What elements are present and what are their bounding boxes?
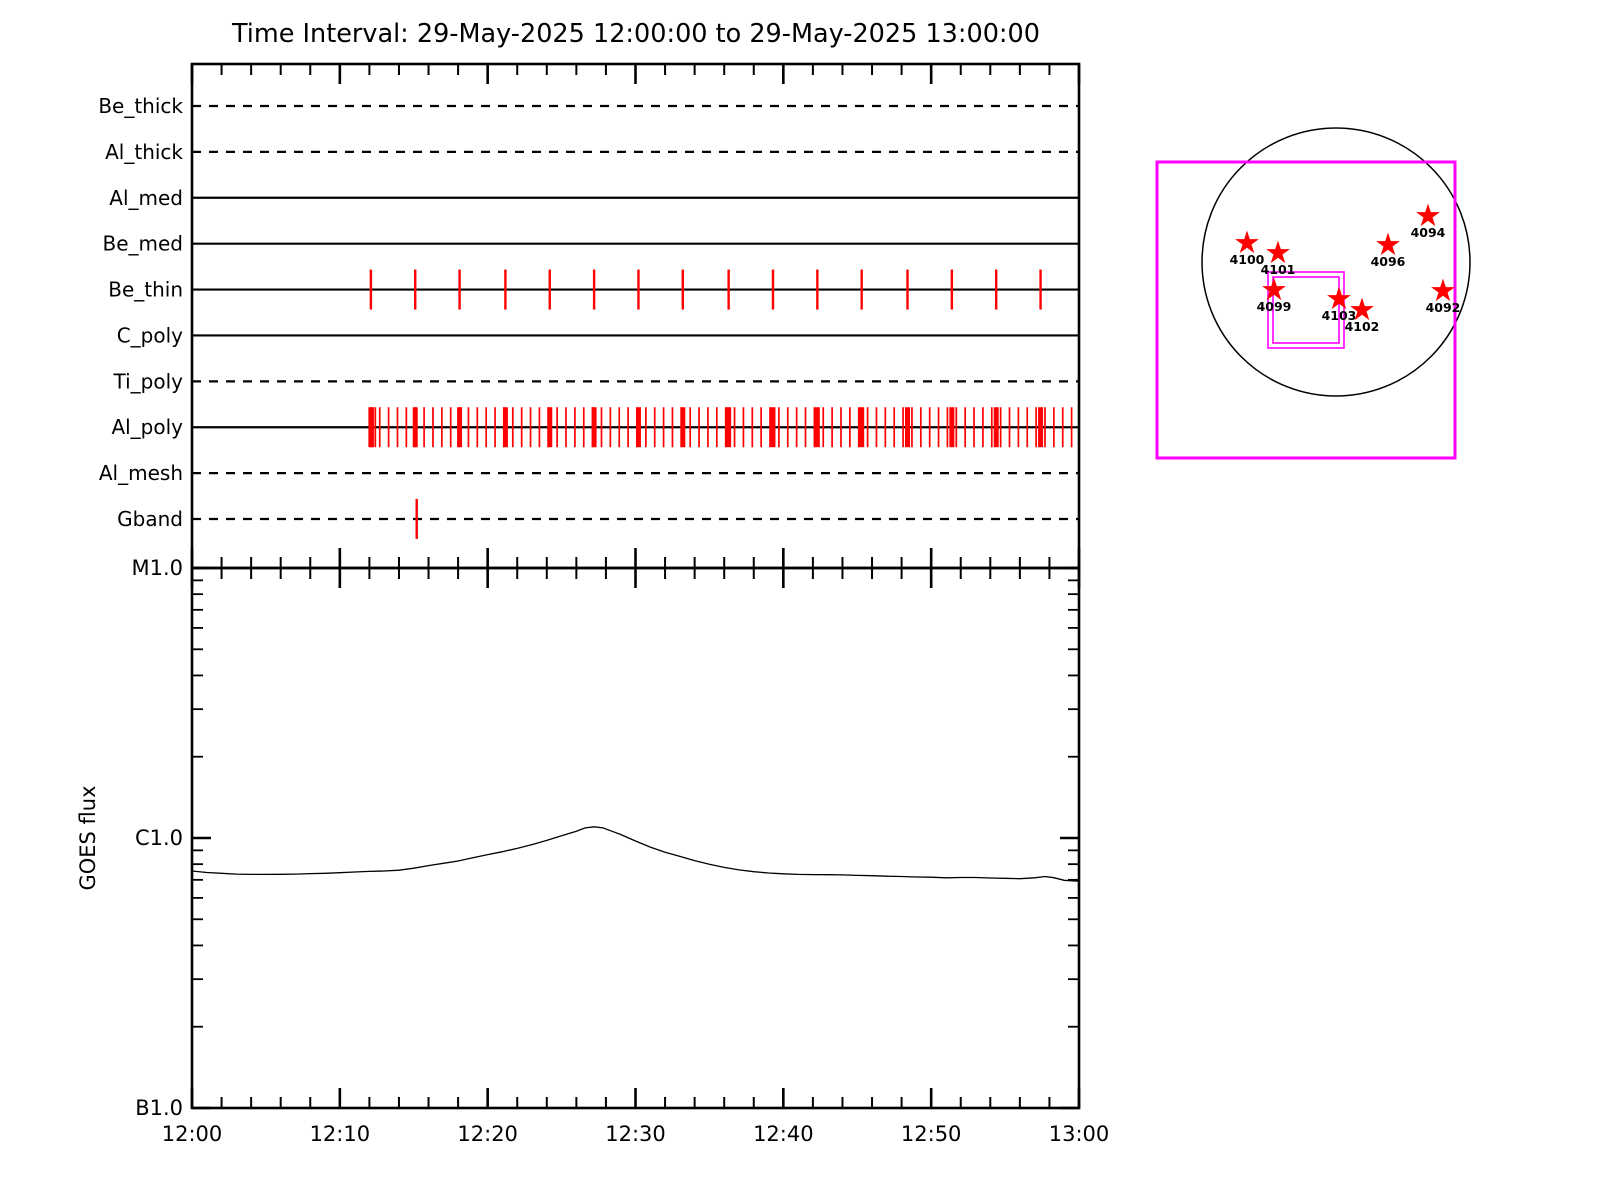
filter-label-Al_thick: Al_thick: [105, 140, 183, 164]
filter-row-C_poly: C_poly: [117, 323, 1079, 347]
filter-label-Al_poly: Al_poly: [111, 415, 183, 439]
filter-label-Be_thin: Be_thin: [108, 278, 183, 302]
timeline-goes-figure: Time Interval: 29-May-2025 12:00:00 to 2…: [0, 0, 1600, 1200]
goes-xlabel-12:40: 12:40: [753, 1122, 814, 1146]
active-region-label-4102: 4102: [1345, 319, 1380, 334]
goes-ylabel-B1.0: B1.0: [135, 1096, 183, 1120]
filter-row-Be_med: Be_med: [102, 232, 1079, 256]
plot-canvas: Time Interval: 29-May-2025 12:00:00 to 2…: [0, 0, 1600, 1200]
active-region-4100: 4100: [1230, 231, 1265, 268]
active-region-4096: 4096: [1371, 233, 1406, 270]
active-region-label-4100: 4100: [1230, 252, 1265, 267]
goes-xlabel-12:50: 12:50: [901, 1122, 962, 1146]
goes-flux-panel: M1.0 C1.0 B1.012:00 12:10 12:20 12:30 12:40 12:…: [131, 556, 1109, 1146]
goes-ylabel-C1.0: C1.0: [135, 826, 183, 850]
active-region-star-icon: [1235, 231, 1259, 254]
active-region-star-icon: [1416, 204, 1440, 227]
filter-row-Al_med: Al_med: [109, 186, 1079, 210]
goes-flux-curve: [192, 827, 1079, 881]
filter-row-Ti_poly: Ti_poly: [113, 369, 1079, 393]
filter-label-Be_med: Be_med: [102, 232, 183, 256]
filter-label-C_poly: C_poly: [117, 323, 183, 347]
filter-timeline-panel: Be_thick Al_thick Al_med Be_med Be_thin C_pol…: [98, 64, 1079, 568]
goes-ylabel-M1.0: M1.0: [131, 556, 183, 580]
active-region-label-4099: 4099: [1257, 299, 1292, 314]
active-region-4101: 4101: [1261, 241, 1296, 278]
active-region-star-icon: [1262, 278, 1286, 301]
goes-panel-border: [192, 568, 1079, 1108]
goes-xlabel-13:00: 13:00: [1049, 1122, 1110, 1146]
active-region-4099: 4099: [1257, 278, 1292, 315]
fov-box-0: [1157, 162, 1455, 458]
filter-row-Be_thin: Be_thin: [108, 270, 1079, 310]
filter-label-Al_mesh: Al_mesh: [99, 461, 183, 485]
active-region-label-4092: 4092: [1426, 300, 1461, 315]
active-region-4094: 4094: [1411, 204, 1446, 241]
filter-label-Gband: Gband: [117, 507, 183, 531]
active-region-label-4096: 4096: [1371, 254, 1406, 269]
active-region-star-icon: [1376, 233, 1400, 256]
filter-label-Be_thick: Be_thick: [98, 94, 183, 118]
filter-label-Al_med: Al_med: [109, 186, 183, 210]
filter-row-Gband: Gband: [117, 499, 1079, 539]
goes-xlabel-12:20: 12:20: [457, 1122, 518, 1146]
filter-row-Al_poly: Al_poly: [111, 407, 1079, 447]
filter-row-Be_thick: Be_thick: [98, 94, 1079, 118]
active-region-label-4094: 4094: [1411, 225, 1446, 240]
active-region-label-4101: 4101: [1261, 262, 1296, 277]
active-region-star-icon: [1266, 241, 1290, 264]
goes-xlabel-12:10: 12:10: [310, 1122, 371, 1146]
filter-row-Al_thick: Al_thick: [105, 140, 1079, 164]
filter-panel-border: [192, 64, 1079, 568]
active-region-star-icon: [1431, 279, 1455, 302]
solar-disk-map: 41004101409941034102409640944092: [1157, 128, 1470, 458]
plot-title: Time Interval: 29-May-2025 12:00:00 to 2…: [231, 19, 1040, 49]
goes-y-axis-title: GOES flux: [76, 785, 100, 890]
filter-label-Ti_poly: Ti_poly: [113, 369, 184, 393]
filter-row-Al_mesh: Al_mesh: [99, 461, 1079, 485]
goes-xlabel-12:30: 12:30: [605, 1122, 666, 1146]
goes-xlabel-12:00: 12:00: [162, 1122, 223, 1146]
